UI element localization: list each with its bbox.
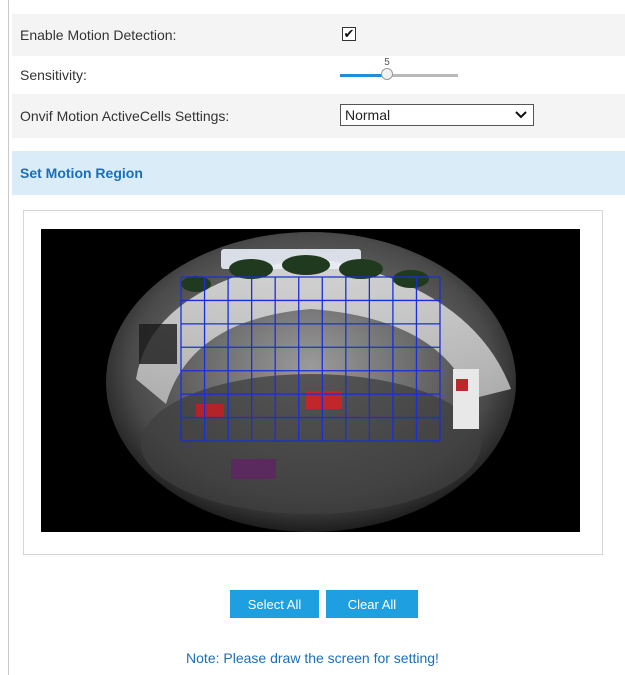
motion-region-header: Set Motion Region xyxy=(12,151,625,195)
left-border xyxy=(8,0,9,675)
motion-region-title: Set Motion Region xyxy=(20,165,143,181)
sensitivity-slider[interactable]: 5 xyxy=(340,56,460,94)
slider-fill xyxy=(340,74,387,77)
onvif-cells-row: Onvif Motion ActiveCells Settings: Norma… xyxy=(12,94,625,138)
draw-note: Note: Please draw the screen for setting… xyxy=(186,650,439,666)
select-all-button[interactable]: Select All xyxy=(230,590,319,618)
motion-region-panel xyxy=(23,210,603,555)
camera-preview[interactable] xyxy=(41,229,580,532)
onvif-cells-label: Onvif Motion ActiveCells Settings: xyxy=(20,108,230,124)
onvif-cells-select[interactable]: Normal xyxy=(340,104,534,126)
motion-detection-row: Enable Motion Detection: ✔ xyxy=(12,14,625,56)
motion-detection-label: Enable Motion Detection: xyxy=(20,27,177,43)
sensitivity-value: 5 xyxy=(384,57,390,68)
motion-detection-checkbox[interactable]: ✔ xyxy=(342,27,356,41)
sensitivity-label: Sensitivity: xyxy=(20,67,87,83)
fisheye-image xyxy=(41,229,580,532)
onvif-cells-selected: Normal xyxy=(345,107,391,123)
clear-all-button[interactable]: Clear All xyxy=(326,590,418,618)
sensitivity-row: Sensitivity: 5 xyxy=(12,56,625,94)
slider-thumb[interactable] xyxy=(381,68,393,80)
chevron-down-icon xyxy=(515,111,527,119)
